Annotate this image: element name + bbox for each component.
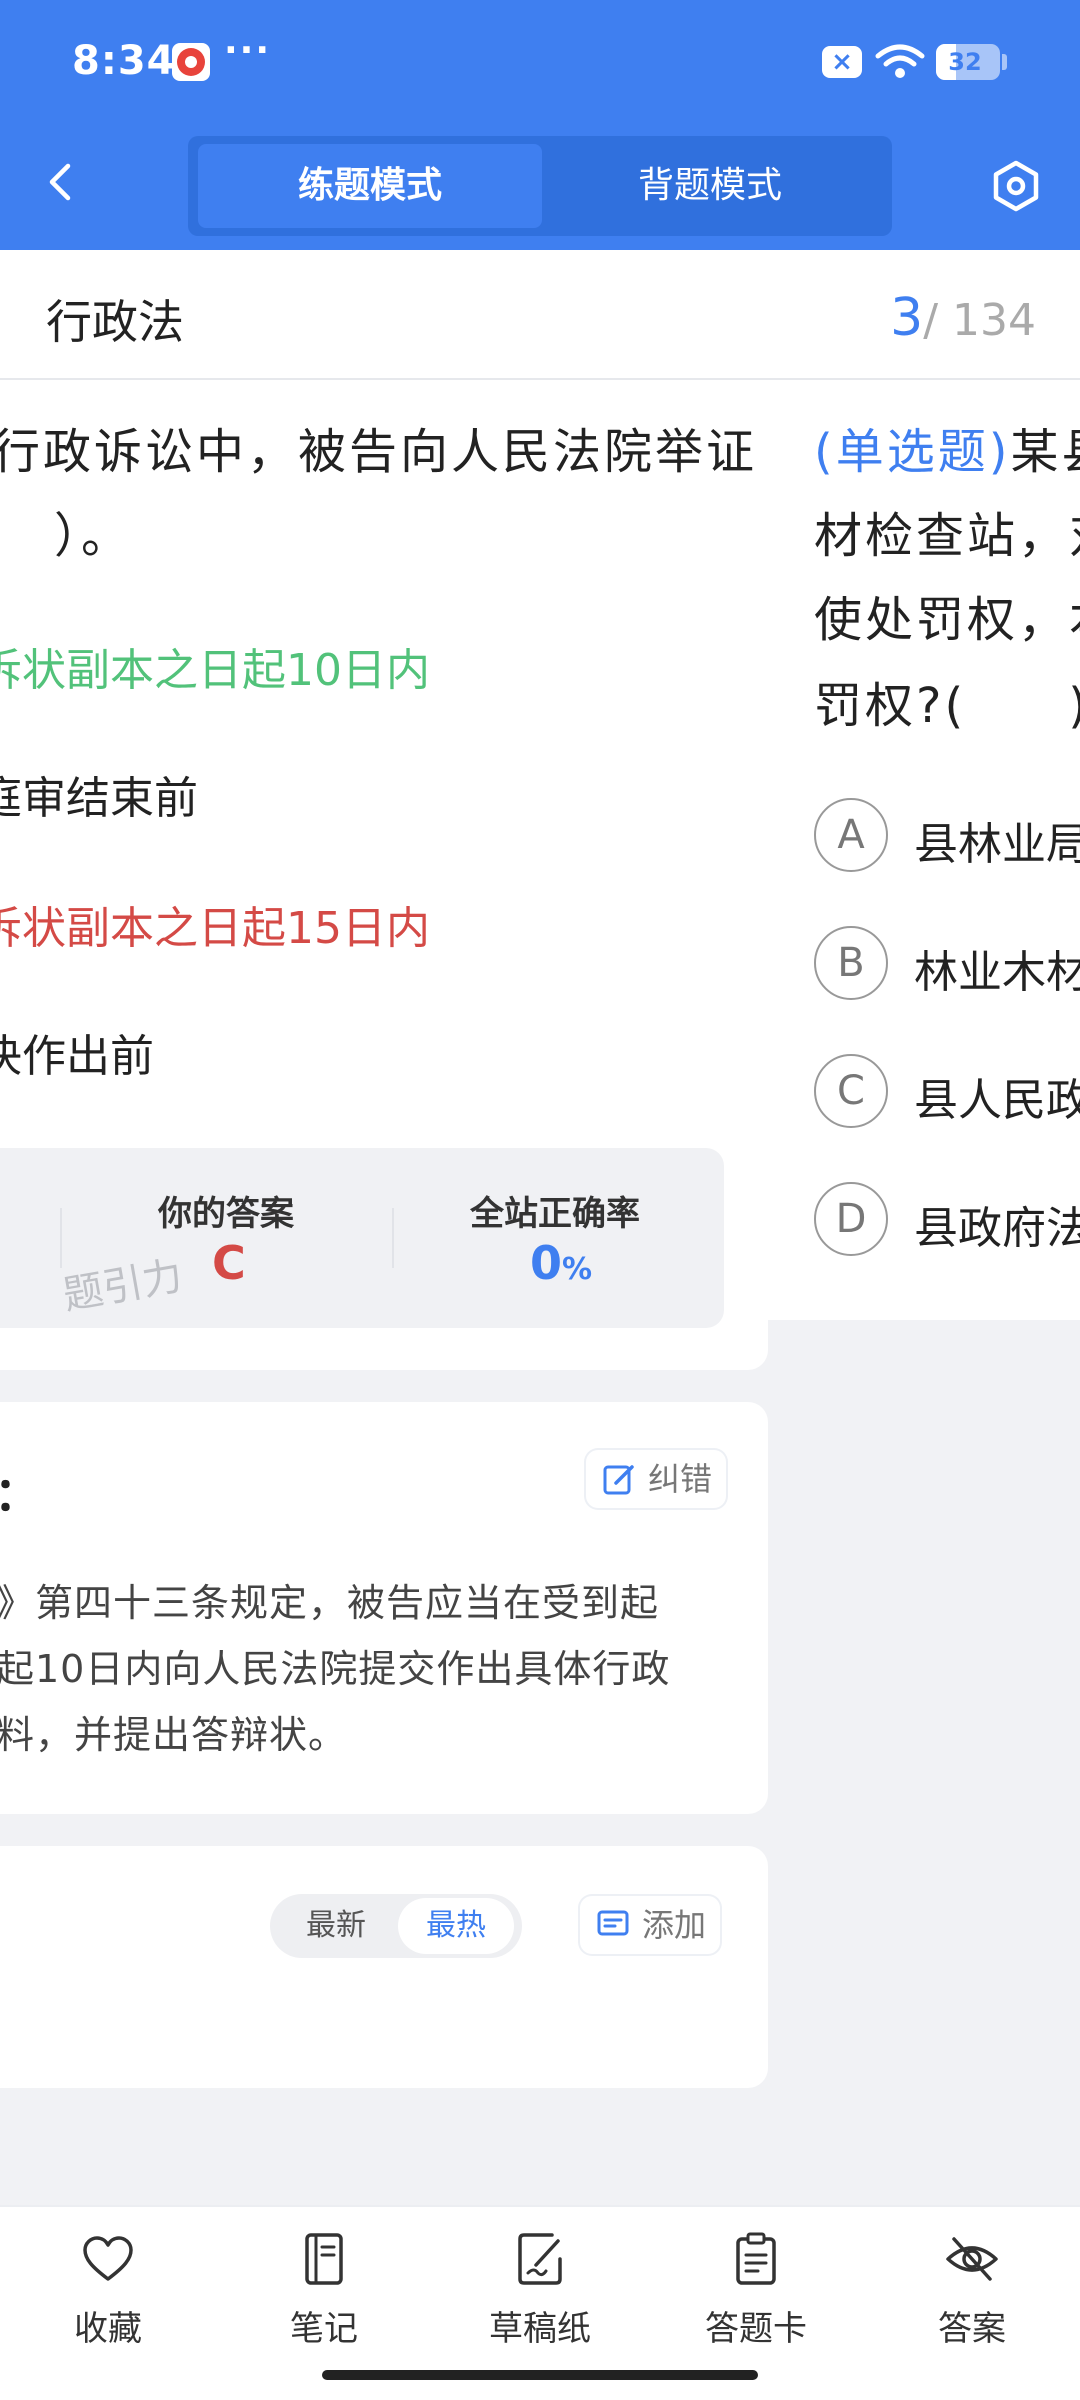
option-text: 林业木材 (914, 947, 1080, 998)
question-text-line-3: 使处罚权，本 (814, 592, 1080, 648)
option-normal[interactable]: 决作出前 (0, 1020, 154, 1084)
battery-level: 32 (948, 48, 982, 76)
status-time: 8:34 (72, 38, 176, 84)
accuracy-unit: % (562, 1252, 593, 1287)
eye-off-icon (946, 2237, 998, 2281)
more-notifications-icon: ··· (224, 30, 272, 71)
favorite-label: 收藏 (74, 2309, 142, 2349)
answer-card-label: 答题卡 (705, 2309, 807, 2349)
analysis-card: ： 纠错 》第四十三条规定，被告应当在受到起 起10日内向人民法院提交作出具体行… (0, 1402, 768, 1814)
question-progress[interactable]: 3/ 134 (890, 288, 1036, 348)
question-type-label: (单选题) (814, 424, 1011, 480)
wifi-icon (875, 44, 925, 78)
question-text-line-1: (单选题)某县 (814, 412, 1080, 482)
subject-bar: 行政法 3/ 134 (0, 250, 1080, 380)
comments-card: 最新 最热 添加 (0, 1846, 768, 2088)
answer-card-button[interactable]: 答题卡 (676, 2231, 836, 2371)
notes-button[interactable]: 笔记 (244, 2231, 404, 2371)
favorite-button[interactable]: 收藏 (28, 2231, 188, 2371)
app-header: 8:34 ··· × 32 练题模式 背题模式 (0, 0, 1080, 250)
analysis-title: ： (0, 1458, 40, 1524)
draft-button[interactable]: 草稿纸 (460, 2231, 620, 2371)
question-card: (单选题)某县 材检查站，对 使处罚权，本 罚权?( ) A 县林业局 B 林业… (768, 380, 1080, 1320)
previous-question-panel: 行政诉讼中，被告向人民法院举证 （ ）。 诉状副本之日起10日内 庭审结束前 诉… (0, 380, 768, 2375)
mode-toggle: 练题模式 背题模式 (188, 136, 892, 236)
report-error-label: 纠错 (648, 1460, 713, 1498)
option-correct[interactable]: 诉状副本之日起10日内 (0, 634, 430, 698)
sort-hot-button[interactable]: 最热 (398, 1898, 514, 1954)
analysis-text-line: 》第四十三条规定，被告应当在受到起 (0, 1581, 660, 1625)
option-normal[interactable]: 庭审结束前 (0, 762, 198, 826)
accuracy-value: 0% (530, 1236, 592, 1290)
next-question-panel: (单选题)某县 材检查站，对 使处罚权，本 罚权?( ) A 县林业局 B 林业… (768, 380, 1080, 1320)
settings-icon[interactable] (988, 158, 1044, 214)
draft-paper-icon (518, 2233, 562, 2285)
option-letter: D (814, 1182, 888, 1256)
stats-divider (392, 1208, 394, 1268)
question-text: 某县 (1010, 424, 1080, 480)
no-sim-icon: × (822, 46, 862, 78)
notes-label: 笔记 (290, 2309, 358, 2349)
option-letter: C (814, 1054, 888, 1128)
option-letter: B (814, 926, 888, 1000)
heart-icon (83, 2236, 133, 2281)
comment-icon (597, 1910, 629, 1936)
your-answer-label: 你的答案 (158, 1194, 294, 1234)
answer-label: 答案 (938, 2309, 1006, 2349)
app-notification-icon (172, 43, 210, 81)
question-card: 行政诉讼中，被告向人民法院举证 （ ）。 诉状副本之日起10日内 庭审结束前 诉… (0, 380, 768, 1370)
tab-practice-mode[interactable]: 练题模式 (198, 144, 542, 228)
clipboard-icon (736, 2232, 776, 2285)
home-indicator[interactable] (322, 2370, 758, 2380)
accuracy-label: 全站正确率 (470, 1194, 640, 1234)
option-text: 县林业局 (914, 819, 1080, 870)
total-questions: / 134 (923, 295, 1036, 346)
show-answer-button[interactable]: 答案 (892, 2231, 1052, 2371)
sort-latest-button[interactable]: 最新 (278, 1898, 394, 1954)
tab-recite-mode[interactable]: 背题模式 (538, 144, 882, 228)
option-selected-wrong[interactable]: 诉状副本之日起15日内 (0, 892, 430, 956)
current-question-number: 3 (890, 288, 924, 348)
accuracy-number: 0 (530, 1236, 563, 1290)
option-text: 县政府法 (914, 1203, 1080, 1254)
option-text: 县人民政 (914, 1075, 1080, 1126)
add-comment-label: 添加 (642, 1906, 707, 1944)
battery-icon: 32 (936, 44, 1000, 80)
question-text-line-1: 行政诉讼中，被告向人民法院举证 (0, 424, 758, 480)
status-bar: 8:34 ··· × 32 (0, 0, 1080, 125)
analysis-text-line: 料，并提出答辩状。 (0, 1713, 348, 1757)
option-letter: A (814, 798, 888, 872)
question-text-line-2: 材检查站，对 (814, 508, 1080, 564)
draft-label: 草稿纸 (489, 2309, 591, 2349)
report-error-button[interactable]: 纠错 (586, 1450, 727, 1508)
question-text-line-2: （ ）。 (0, 508, 133, 564)
question-text-line-4: 罚权?( ) (814, 678, 1080, 734)
notebook-icon (305, 2233, 343, 2285)
your-answer-value: C (212, 1236, 246, 1290)
add-comment-button[interactable]: 添加 (580, 1896, 721, 1954)
edit-icon (603, 1465, 634, 1495)
analysis-text-line: 起10日内向人民法院提交作出具体行政 (0, 1647, 671, 1691)
subject-title: 行政法 (46, 295, 184, 349)
comment-sort-toggle: 最新 最热 (270, 1894, 522, 1958)
stats-divider (60, 1208, 62, 1268)
battery-tip (1002, 54, 1007, 70)
back-arrow-icon[interactable] (40, 160, 84, 204)
